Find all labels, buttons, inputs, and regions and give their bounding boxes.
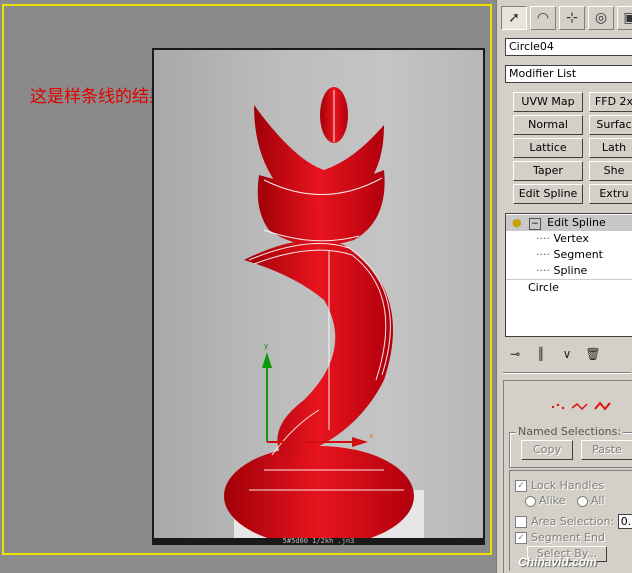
photo-footer: 5#5d00 1/2kh .jn3 [282,537,355,545]
command-panel: ➚ ◠ ⊹ ◎ ▣ Circle04 Modifier List UVW Map… [496,0,632,573]
pin-stack-icon[interactable]: ⊸ [505,345,525,363]
area-selection-checkbox[interactable] [515,516,527,528]
all-label: All [590,494,605,507]
svg-text:y: y [264,342,268,350]
edit-spline-button[interactable]: Edit Spline [513,184,583,204]
alike-all-row: Alike All [525,494,605,507]
stack-tools: ⊸ ║ ∨ 🗑 [505,344,632,364]
segment-end-row[interactable]: ✓ Segment End [515,531,605,544]
command-tabs: ➚ ◠ ⊹ ◎ ▣ [501,6,632,32]
taper-button[interactable]: Taper [513,161,583,181]
subobject-icons[interactable] [550,399,620,413]
modifier-list-dropdown[interactable]: Modifier List [505,65,632,83]
area-selection-row[interactable]: Area Selection: 0.1 [515,514,632,529]
surface-button[interactable]: Surfac [589,115,632,135]
alike-label: Alike [539,494,566,507]
modifier-stack[interactable]: ● − Edit Spline ···· Vertex ···· Segment… [505,213,632,337]
display-icon[interactable]: ▣ [617,6,632,30]
uvw-map-button[interactable]: UVW Map [513,92,583,112]
sculpture-image: y x [224,87,424,545]
all-radio[interactable] [576,495,588,507]
shell-button[interactable]: She [589,161,632,181]
watermark: Chinavid.com [518,555,597,569]
stack-item-circle[interactable]: Circle [506,279,632,296]
stack-item-edit-spline[interactable]: ● − Edit Spline [506,215,632,231]
segment-end-label: Segment End [531,531,605,544]
motion-icon[interactable]: ◎ [588,6,614,30]
show-end-result-icon[interactable]: ║ [531,345,551,363]
svg-text:x: x [369,432,373,440]
viewport[interactable]: 这是样条线的结果 138 [2,4,492,555]
lock-handles-row[interactable]: ✓ Lock Handles [515,479,604,492]
copy-button[interactable]: Copy [521,440,573,460]
stack-label: Edit Spline [547,216,606,229]
segment-end-checkbox[interactable]: ✓ [515,532,527,544]
area-selection-label: Area Selection: [531,515,615,528]
lattice-button[interactable]: Lattice [513,138,583,158]
object-name-field[interactable]: Circle04 [505,38,632,56]
stack-sub-label: Segment [553,248,604,261]
stack-item-spline[interactable]: ···· Spline [536,263,587,279]
stack-sub-label: Spline [553,264,588,277]
modify-bend-icon[interactable]: ◠ [530,6,556,30]
separator [503,372,631,374]
alike-radio[interactable] [525,495,536,507]
reference-photo: y x 5#5d00 1/2kh .jn3 [152,48,485,545]
paste-button[interactable]: Paste [581,440,632,460]
stack-sub-label: Vertex [553,232,589,245]
remove-modifier-icon[interactable]: 🗑 [583,345,603,363]
ffd-button[interactable]: FFD 2x [589,92,632,112]
lock-handles-label: Lock Handles [531,479,605,492]
stack-item-segment[interactable]: ···· Segment [536,247,603,263]
stack-item-vertex[interactable]: ···· Vertex [536,231,589,247]
named-selections-label: Named Selections: [516,425,624,438]
extrude-button[interactable]: Extru [589,184,632,204]
hierarchy-icon[interactable]: ⊹ [559,6,585,30]
lathe-button[interactable]: Lath [589,138,632,158]
stack-label: Circle [528,281,559,294]
normal-button[interactable]: Normal [513,115,583,135]
make-unique-icon[interactable]: ∨ [557,345,577,363]
area-selection-value[interactable]: 0.1 [617,514,632,529]
lock-handles-checkbox[interactable]: ✓ [515,480,527,492]
create-arrow-icon[interactable]: ➚ [501,6,527,30]
caption-text: 这是样条线的结果 [30,87,166,107]
collapse-icon[interactable]: − [529,218,541,230]
lightbulb-icon[interactable]: ● [512,216,522,229]
